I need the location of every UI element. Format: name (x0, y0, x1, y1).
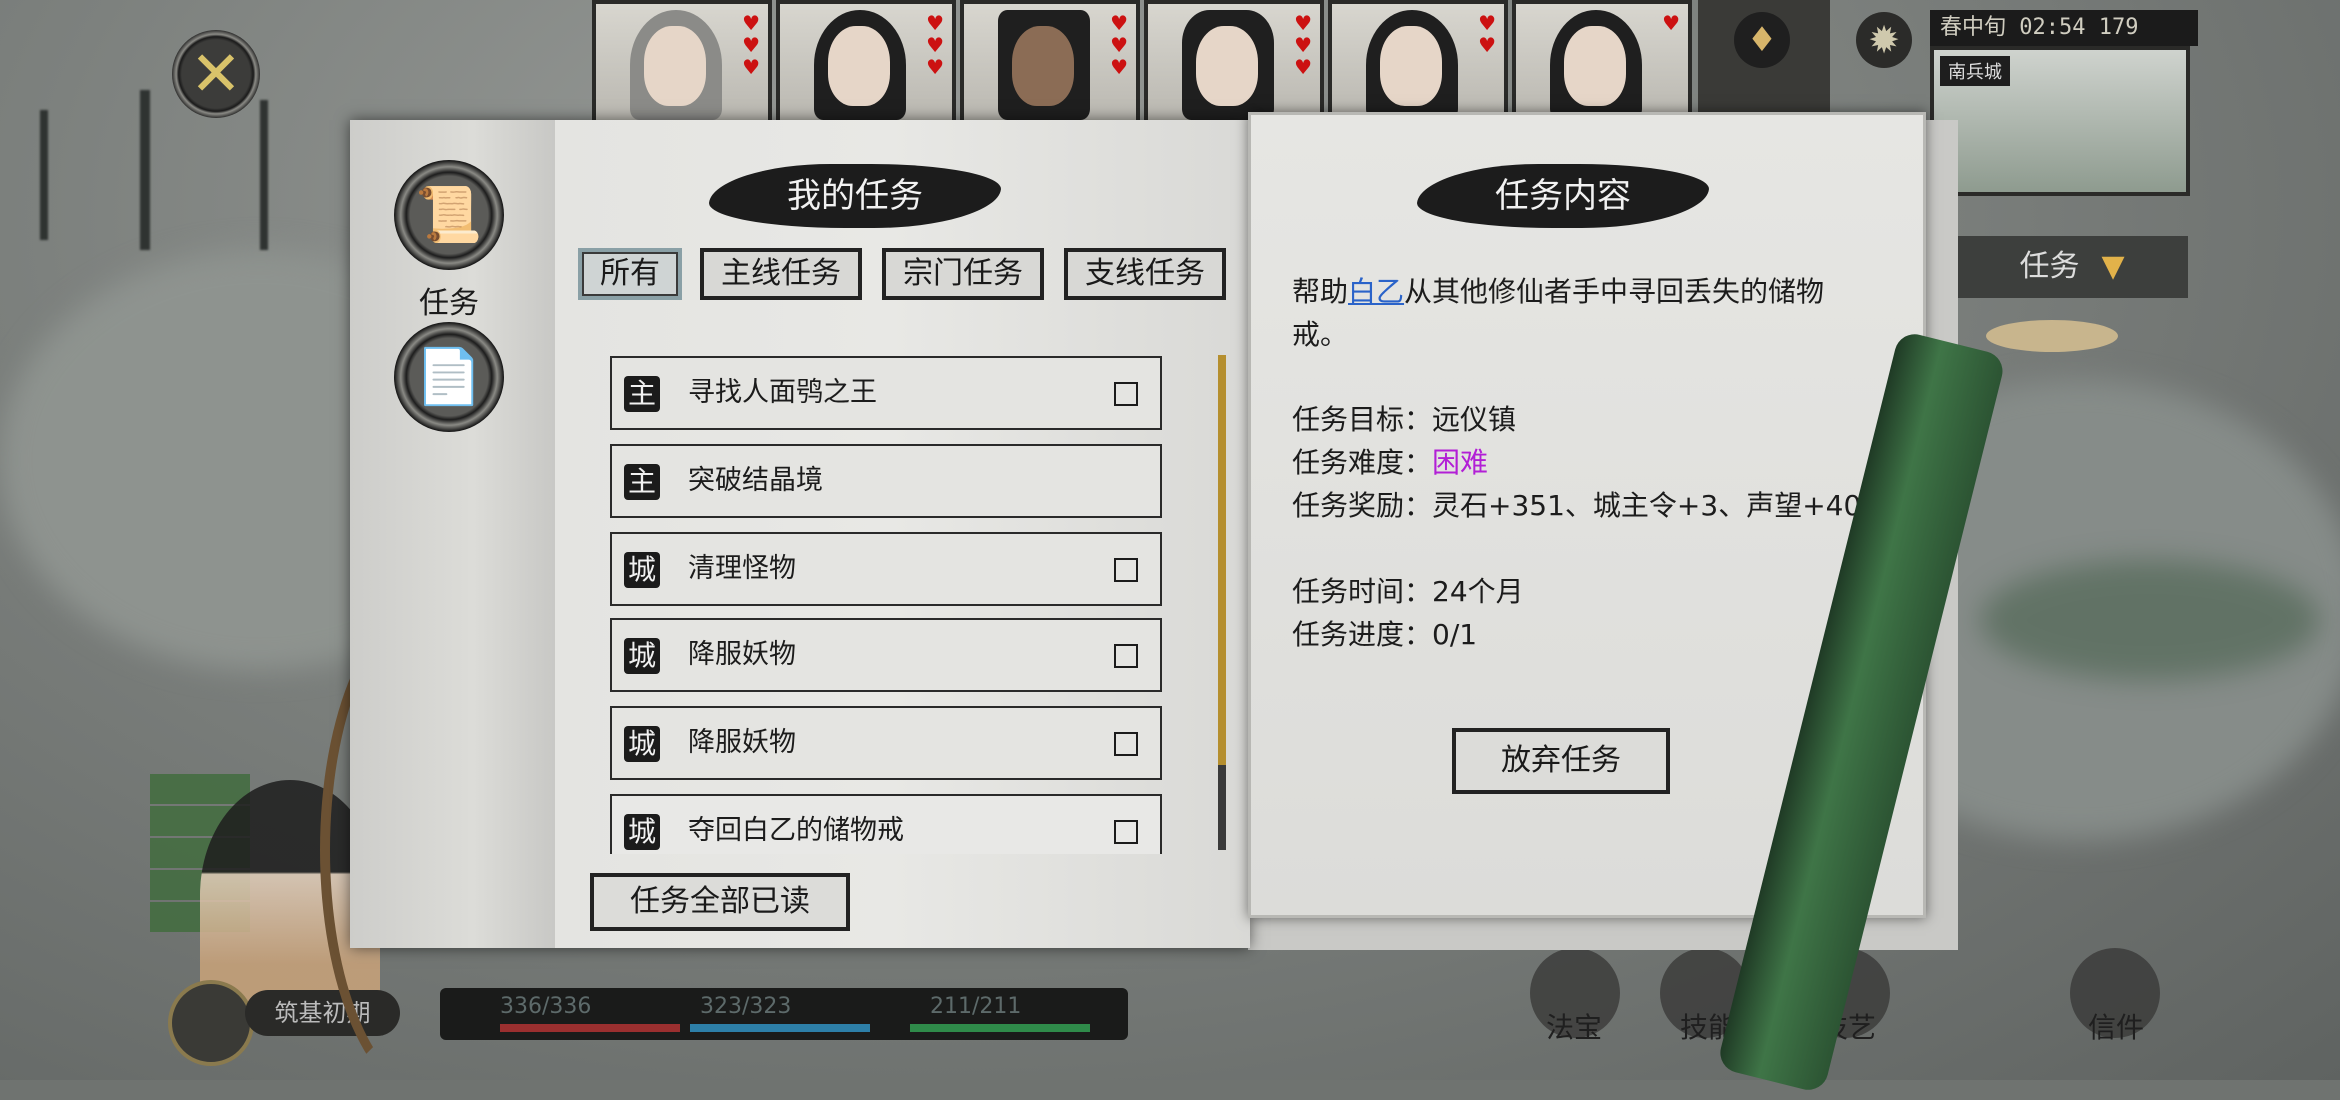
quest-target-value: 远仪镇 (1432, 403, 1517, 436)
tab-sect[interactable]: 宗门任务 (882, 248, 1044, 300)
mp-value: 323/323 (700, 994, 792, 1019)
player-avatar[interactable] (168, 980, 254, 1066)
quest-title: 降服妖物 (688, 727, 796, 758)
quest-progress-value: 0/1 (1432, 618, 1478, 651)
party-slot-more[interactable]: ♦ (1698, 0, 1830, 120)
quest-checkbox[interactable] (1114, 820, 1138, 844)
quest-type-badge: 城 (624, 552, 660, 588)
quest-row[interactable]: 主 寻找人面鸮之王 (610, 356, 1162, 430)
sp-value: 211/211 (930, 994, 1022, 1019)
quest-time-line: 任务时间：24个月 (1292, 570, 1524, 613)
quest-time-label: 任务时间： (1292, 575, 1433, 608)
quest-title: 清理怪物 (688, 553, 796, 584)
chevron-down-icon: ▼ (2101, 249, 2125, 284)
game-clock: 春中旬 02:54 179 (1930, 10, 2198, 46)
quest-reward-value: 灵石+351、城主令+3、声望+40 (1432, 489, 1862, 522)
minimap-location-label: 南兵城 (1940, 56, 2010, 86)
quest-category-button[interactable]: 📜 (394, 160, 504, 270)
gear-icon[interactable]: ✹ (1856, 12, 1912, 68)
quest-reward-line: 任务奖励：灵石+351、城主令+3、声望+40 (1292, 484, 1872, 527)
quest-checkbox[interactable] (1114, 732, 1138, 756)
quest-desc-prefix: 帮助 (1292, 275, 1349, 308)
quest-list-scroll-thumb[interactable] (1218, 355, 1226, 765)
tab-main[interactable]: 主线任务 (700, 248, 862, 300)
quest-type-badge: 城 (624, 638, 660, 674)
quest-checkbox[interactable] (1114, 558, 1138, 582)
party-portrait-4[interactable]: ♥ ♥ ♥ (1144, 0, 1324, 128)
quest-difficulty-line: 任务难度：困难 (1292, 441, 1488, 484)
bamboo-cap-decoration (1986, 320, 2118, 352)
quest-difficulty-value: 困难 (1432, 446, 1489, 479)
quest-list[interactable]: 主 寻找人面鸮之王 主 突破结晶境 城 清理怪物 城 降服妖物 城 降服妖物 城… (608, 354, 1176, 854)
mp-bar (690, 1024, 870, 1032)
tab-all[interactable]: 所有 (578, 248, 682, 300)
party-portrait-3[interactable]: ♥ ♥ ♥ (960, 0, 1140, 128)
quest-row[interactable]: 主 突破结晶境 (610, 444, 1162, 518)
close-icon[interactable]: ✕ (172, 30, 260, 118)
quest-row[interactable]: 城 降服妖物 (610, 618, 1162, 692)
quest-description: 帮助白乙从其他修仙者手中寻回丢失的储物戒。 (1292, 270, 1872, 356)
quest-type-badge: 主 (624, 464, 660, 500)
quest-difficulty-label: 任务难度： (1292, 446, 1433, 479)
quest-row[interactable]: 城 夺回白乙的储物戒 (610, 794, 1162, 854)
papers-icon: 📄 (415, 345, 483, 408)
artifact-label: 法宝 (1546, 1011, 1603, 1044)
quest-checkbox[interactable] (1114, 382, 1138, 406)
status-tag (150, 774, 250, 804)
quest-target-label: 任务目标： (1292, 403, 1433, 436)
quest-title: 突破结晶境 (688, 465, 823, 496)
quest-progress-line: 任务进度：0/1 (1292, 613, 1477, 656)
quest-progress-label: 任务进度： (1292, 618, 1433, 651)
quest-title: 夺回白乙的储物戒 (688, 815, 904, 846)
quest-time-value: 24个月 (1432, 575, 1524, 608)
quest-target-line: 任务目标：远仪镇 (1292, 398, 1516, 441)
mark-all-read-button[interactable]: 任务全部已读 (590, 873, 850, 931)
minimap[interactable]: 南兵城 (1930, 46, 2190, 196)
task-tracker-dropdown[interactable]: 任务 ▼ (1956, 236, 2188, 298)
quest-category-label: 任务 (419, 286, 479, 321)
party-portrait-2[interactable]: ♥ ♥ ♥ (776, 0, 956, 128)
mail-label: 信件 (2088, 1011, 2145, 1044)
sp-bar (910, 1024, 1090, 1032)
hp-bar (500, 1024, 680, 1032)
quest-reward-label: 任务奖励： (1292, 489, 1433, 522)
scroll-icon: 📜 (415, 183, 483, 246)
quest-type-badge: 主 (624, 376, 660, 412)
journal-category-button[interactable]: 📄 (394, 322, 504, 432)
quest-title: 降服妖物 (688, 639, 796, 670)
quest-row[interactable]: 城 清理怪物 (610, 532, 1162, 606)
quest-type-badge: 城 (624, 814, 660, 850)
party-portrait-1[interactable]: ♥ ♥ ♥ (592, 0, 772, 128)
party-portrait-6[interactable]: ♥ (1512, 0, 1692, 128)
quest-type-badge: 城 (624, 726, 660, 762)
quest-checkbox[interactable] (1114, 644, 1138, 668)
task-tracker-label: 任务 (2019, 249, 2080, 284)
quest-row[interactable]: 城 降服妖物 (610, 706, 1162, 780)
party-expand-icon: ♦ (1734, 12, 1790, 68)
quest-npc-link[interactable]: 白乙 (1348, 275, 1404, 308)
tab-side[interactable]: 支线任务 (1064, 248, 1226, 300)
quest-title: 寻找人面鸮之王 (688, 377, 877, 408)
abandon-quest-button[interactable]: 放弃任务 (1452, 728, 1670, 794)
party-portrait-5[interactable]: ♥ ♥ (1328, 0, 1508, 128)
